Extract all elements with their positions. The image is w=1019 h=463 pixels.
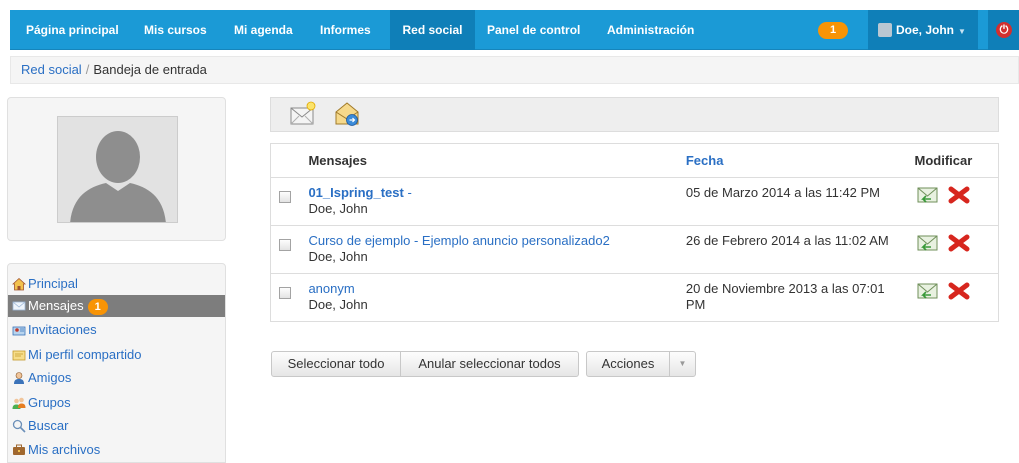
power-icon: ⏻ — [996, 22, 1012, 38]
nav-control-panel[interactable]: Panel de control — [477, 10, 590, 50]
row-modify-cell — [906, 225, 999, 274]
row-message-cell: anonym Doe, John — [308, 273, 686, 322]
chevron-down-icon: ▼ — [958, 27, 966, 36]
invitation-icon — [12, 326, 26, 336]
sidebar-item-shared-profile[interactable]: Mi perfil compartido — [8, 344, 225, 366]
default-avatar-icon — [58, 117, 177, 222]
sidebar-item-label: Grupos — [28, 395, 71, 410]
reply-icon[interactable] — [917, 233, 939, 253]
message-sender: Doe, John — [308, 249, 368, 264]
row-checkbox-cell — [270, 273, 309, 322]
groups-icon — [12, 397, 26, 409]
user-name: Doe, John — [896, 23, 955, 37]
message-toolbar — [270, 97, 999, 132]
message-date: 05 de Marzo 2014 a las 11:42 PM — [685, 177, 907, 226]
sidebar-item-label: Buscar — [28, 418, 69, 433]
message-date: 26 de Febrero 2014 a las 11:02 AM — [685, 225, 907, 274]
nav-reports[interactable]: Informes — [310, 10, 381, 50]
table-header-row: Mensajes Fecha Modificar — [270, 143, 999, 178]
sidebar-item-label: Amigos — [28, 370, 72, 385]
nav-my-courses[interactable]: Mis cursos — [134, 10, 217, 50]
breadcrumb-social-network[interactable]: Red social — [21, 62, 82, 77]
sidebar-item-mensajes[interactable]: Mensajes 1 — [8, 295, 225, 317]
header-select — [270, 143, 309, 178]
message-subject-suffix: - — [403, 185, 412, 200]
sidebar-item-amigos[interactable]: Amigos — [8, 367, 225, 389]
inbox-button[interactable] — [333, 100, 361, 128]
header-messages: Mensajes — [308, 143, 686, 178]
sidebar-menu: Principal Mensajes 1 Invitaciones Mi perf… — [7, 263, 226, 463]
sidebar-item-label: Invitaciones — [28, 322, 97, 337]
reply-icon[interactable] — [917, 281, 939, 301]
logout-button[interactable]: ⏻ — [988, 10, 1019, 50]
row-message-cell: 01_Ispring_test - Doe, John — [308, 177, 686, 226]
navbar-bar: Página principal Mis cursos Mi agenda In… — [10, 10, 1019, 50]
friends-icon — [14, 372, 24, 384]
header-modify: Modificar — [906, 143, 999, 178]
breadcrumb-current: Bandeja de entrada — [93, 62, 207, 77]
row-checkbox[interactable] — [279, 191, 291, 203]
sidebar-item-grupos[interactable]: Grupos — [8, 392, 225, 414]
row-checkbox-cell — [270, 225, 309, 274]
envelope-icon — [12, 301, 26, 311]
avatar[interactable] — [57, 116, 178, 223]
sidebar-item-principal[interactable]: Principal — [8, 273, 225, 295]
nav-home[interactable]: Página principal — [16, 10, 129, 50]
message-sender: Doe, John — [308, 297, 368, 312]
message-date: 20 de Noviembre 2013 a las 07:01 PM — [685, 273, 907, 322]
select-all-button[interactable]: Seleccionar todo — [271, 351, 401, 377]
notification-badge[interactable]: 1 — [818, 22, 848, 39]
new-message-icon — [290, 101, 316, 125]
home-icon — [12, 277, 26, 291]
table-row: 01_Ispring_test - Doe, John 05 de Marzo … — [270, 177, 999, 226]
delete-icon[interactable] — [948, 185, 970, 205]
row-checkbox-cell — [270, 177, 309, 226]
row-modify-cell — [906, 273, 999, 322]
message-subject-link[interactable]: Curso de ejemplo - Ejemplo anuncio perso… — [308, 233, 609, 248]
shared-profile-icon — [12, 350, 26, 361]
nav-social-network[interactable]: Red social — [390, 10, 475, 50]
message-sender: Doe, John — [308, 201, 368, 216]
unselect-all-button[interactable]: Anular seleccionar todos — [400, 351, 579, 377]
table-row: Curso de ejemplo - Ejemplo anuncio perso… — [270, 225, 999, 274]
sidebar-item-label: Mensajes — [28, 298, 84, 313]
message-subject-link[interactable]: anonym — [308, 281, 354, 296]
sidebar-item-label: Mis archivos — [28, 442, 101, 457]
header-date-sort[interactable]: Fecha — [685, 143, 907, 178]
inbox-icon — [335, 102, 359, 126]
breadcrumb: Red social / Bandeja de entrada — [10, 56, 1019, 84]
sidebar-item-buscar[interactable]: Buscar — [8, 415, 225, 437]
top-navbar: Página principal Mis cursos Mi agenda In… — [0, 0, 1019, 50]
nav-agenda[interactable]: Mi agenda — [224, 10, 303, 50]
delete-icon[interactable] — [948, 281, 970, 301]
breadcrumb-separator: / — [85, 62, 90, 77]
row-message-cell: Curso de ejemplo - Ejemplo anuncio perso… — [308, 225, 686, 274]
sidebar-item-invitaciones[interactable]: Invitaciones — [8, 319, 225, 341]
row-modify-cell — [906, 177, 999, 226]
sidebar-item-label: Principal — [28, 276, 78, 291]
actions-button[interactable]: Acciones — [586, 351, 670, 377]
sidebar-item-label: Mi perfil compartido — [28, 347, 142, 362]
files-icon — [13, 444, 25, 455]
row-checkbox[interactable] — [279, 239, 291, 251]
user-avatar-icon — [878, 22, 892, 37]
message-subject-link[interactable]: 01_Ispring_test — [308, 185, 403, 200]
sidebar-item-mis-archivos[interactable]: Mis archivos — [8, 439, 225, 461]
profile-box — [7, 97, 226, 241]
user-menu[interactable]: Doe, John ▼ — [868, 10, 978, 50]
nav-administration[interactable]: Administración — [597, 10, 704, 50]
reply-icon[interactable] — [917, 185, 939, 205]
search-icon — [12, 419, 26, 433]
compose-message-button[interactable] — [289, 100, 317, 128]
chevron-down-icon: ▼ — [678, 359, 687, 368]
messages-count-badge: 1 — [87, 298, 108, 315]
actions-dropdown-toggle[interactable]: ▼ — [669, 351, 696, 377]
delete-icon[interactable] — [948, 233, 970, 253]
row-checkbox[interactable] — [279, 287, 291, 299]
table-row: anonym Doe, John 20 de Noviembre 2013 a … — [270, 273, 999, 322]
messages-table: Mensajes Fecha Modificar 01_Ispring_test… — [270, 143, 999, 322]
